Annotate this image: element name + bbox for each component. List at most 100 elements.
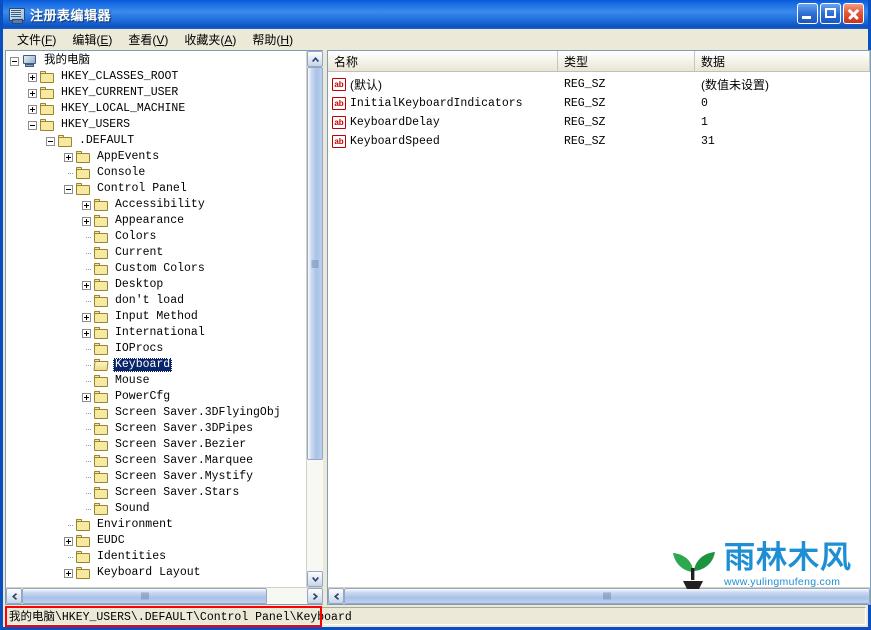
tree-item[interactable]: IOProcs [6, 341, 306, 357]
tree-item[interactable]: don't load [6, 293, 306, 309]
tree-guide-icon [82, 249, 91, 258]
tree-scroll-thumb[interactable] [307, 67, 323, 460]
tree-item[interactable]: Mouse [6, 373, 306, 389]
registry-values-list[interactable]: ab(默认)REG_SZ(数值未设置)abInitialKeyboardIndi… [328, 72, 870, 587]
tree-scroll-track[interactable] [307, 67, 323, 571]
tree-item[interactable]: Screen Saver.Marquee [6, 453, 306, 469]
tree-item[interactable]: HKEY_LOCAL_MACHINE [6, 101, 306, 117]
value-name-label: InitialKeyboardIndicators [350, 97, 523, 110]
tree-item-label: HKEY_CLASSES_ROOT [59, 70, 180, 84]
tree-item[interactable]: International [6, 325, 306, 341]
folder-icon [76, 535, 91, 547]
tree-item[interactable]: Screen Saver.3DFlyingObj [6, 405, 306, 421]
tree-item[interactable]: Screen Saver.Stars [6, 485, 306, 501]
tree-hscroll-thumb[interactable] [22, 588, 267, 604]
folder-icon [94, 487, 109, 499]
tree-item[interactable]: Keyboard Layout [6, 565, 306, 581]
tree-item[interactable]: Desktop [6, 277, 306, 293]
tree-item[interactable]: Screen Saver.Mystify [6, 469, 306, 485]
tree-scroll-up-button[interactable] [307, 51, 323, 67]
list-hscroll-thumb[interactable] [344, 588, 870, 604]
folder-icon [94, 471, 109, 483]
tree-item[interactable]: HKEY_CLASSES_ROOT [6, 69, 306, 85]
tree-item[interactable]: AppEvents [6, 149, 306, 165]
list-horizontal-scrollbar[interactable] [328, 587, 870, 604]
tree-item[interactable]: Current [6, 245, 306, 261]
tree-scroll-down-button[interactable] [307, 571, 323, 587]
menu-item-h[interactable]: 帮助(H) [244, 29, 301, 50]
tree-item[interactable]: Colors [6, 229, 306, 245]
expand-icon[interactable] [82, 217, 91, 226]
minimize-button[interactable] [797, 3, 818, 24]
string-value-icon: ab [332, 135, 346, 148]
maximize-button[interactable] [820, 3, 841, 24]
tree-scroll-left-button[interactable] [6, 588, 22, 604]
tree-item[interactable]: HKEY_USERS [6, 117, 306, 133]
column-header-1[interactable]: 类型 [558, 51, 695, 71]
column-header-0[interactable]: 名称 [328, 51, 558, 71]
tree-horizontal-scrollbar[interactable] [6, 587, 323, 604]
value-row[interactable]: abKeyboardDelayREG_SZ1 [328, 113, 870, 132]
collapse-icon[interactable] [64, 185, 73, 194]
tree-item[interactable]: Environment [6, 517, 306, 533]
list-hscroll-track[interactable] [344, 588, 870, 604]
tree-item[interactable]: Custom Colors [6, 261, 306, 277]
tree-item-label: Console [95, 166, 147, 180]
tree-item[interactable]: Sound [6, 501, 306, 517]
tree-item-label: HKEY_CURRENT_USER [59, 86, 180, 100]
close-button[interactable] [843, 3, 864, 24]
tree-hscroll-track[interactable] [22, 588, 307, 604]
tree-item[interactable]: Console [6, 165, 306, 181]
collapse-icon[interactable] [46, 137, 55, 146]
folder-icon [76, 151, 91, 163]
tree-item-selected[interactable]: Keyboard [6, 357, 306, 373]
tree-scroll-right-button[interactable] [307, 588, 323, 604]
value-row[interactable]: abKeyboardSpeedREG_SZ31 [328, 132, 870, 151]
collapse-icon[interactable] [10, 57, 19, 66]
tree-item-label: don't load [113, 294, 186, 308]
expand-icon[interactable] [64, 537, 73, 546]
expand-icon[interactable] [64, 153, 73, 162]
menu-item-f[interactable]: 文件(F) [9, 29, 64, 50]
tree-item[interactable]: 我的电脑 [6, 53, 306, 69]
registry-tree[interactable]: 我的电脑HKEY_CLASSES_ROOTHKEY_CURRENT_USERHK… [6, 51, 306, 587]
expand-icon[interactable] [82, 329, 91, 338]
tree-vertical-scrollbar[interactable] [306, 51, 323, 587]
tree-item[interactable]: EUDC [6, 533, 306, 549]
tree-item[interactable]: .DEFAULT [6, 133, 306, 149]
tree-guide-icon [64, 169, 73, 178]
menu-item-v[interactable]: 查看(V) [120, 29, 176, 50]
expand-icon[interactable] [82, 281, 91, 290]
expand-icon[interactable] [82, 201, 91, 210]
tree-item[interactable]: Appearance [6, 213, 306, 229]
tree-item[interactable]: Input Method [6, 309, 306, 325]
folder-icon [76, 183, 91, 195]
collapse-icon[interactable] [28, 121, 37, 130]
tree-guide-icon [82, 425, 91, 434]
value-row[interactable]: ab(默认)REG_SZ(数值未设置) [328, 75, 870, 94]
folder-icon [94, 247, 109, 259]
menu-item-a[interactable]: 收藏夹(A) [176, 29, 244, 50]
computer-icon [22, 55, 38, 68]
expand-icon[interactable] [28, 105, 37, 114]
value-type-cell: REG_SZ [558, 116, 695, 129]
expand-icon[interactable] [28, 89, 37, 98]
folder-icon [94, 199, 109, 211]
tree-item[interactable]: Screen Saver.Bezier [6, 437, 306, 453]
expand-icon[interactable] [82, 313, 91, 322]
tree-item-label: AppEvents [95, 150, 161, 164]
column-header-2[interactable]: 数据 [695, 51, 870, 71]
tree-item[interactable]: Accessibility [6, 197, 306, 213]
menu-item-e[interactable]: 编辑(E) [64, 29, 120, 50]
value-type-cell: REG_SZ [558, 135, 695, 148]
tree-item[interactable]: Screen Saver.3DPipes [6, 421, 306, 437]
value-row[interactable]: abInitialKeyboardIndicatorsREG_SZ0 [328, 94, 870, 113]
tree-item[interactable]: Identities [6, 549, 306, 565]
expand-icon[interactable] [28, 73, 37, 82]
list-scroll-left-button[interactable] [328, 588, 344, 604]
tree-item[interactable]: Control Panel [6, 181, 306, 197]
expand-icon[interactable] [64, 569, 73, 578]
expand-icon[interactable] [82, 393, 91, 402]
tree-item[interactable]: PowerCfg [6, 389, 306, 405]
tree-item[interactable]: HKEY_CURRENT_USER [6, 85, 306, 101]
